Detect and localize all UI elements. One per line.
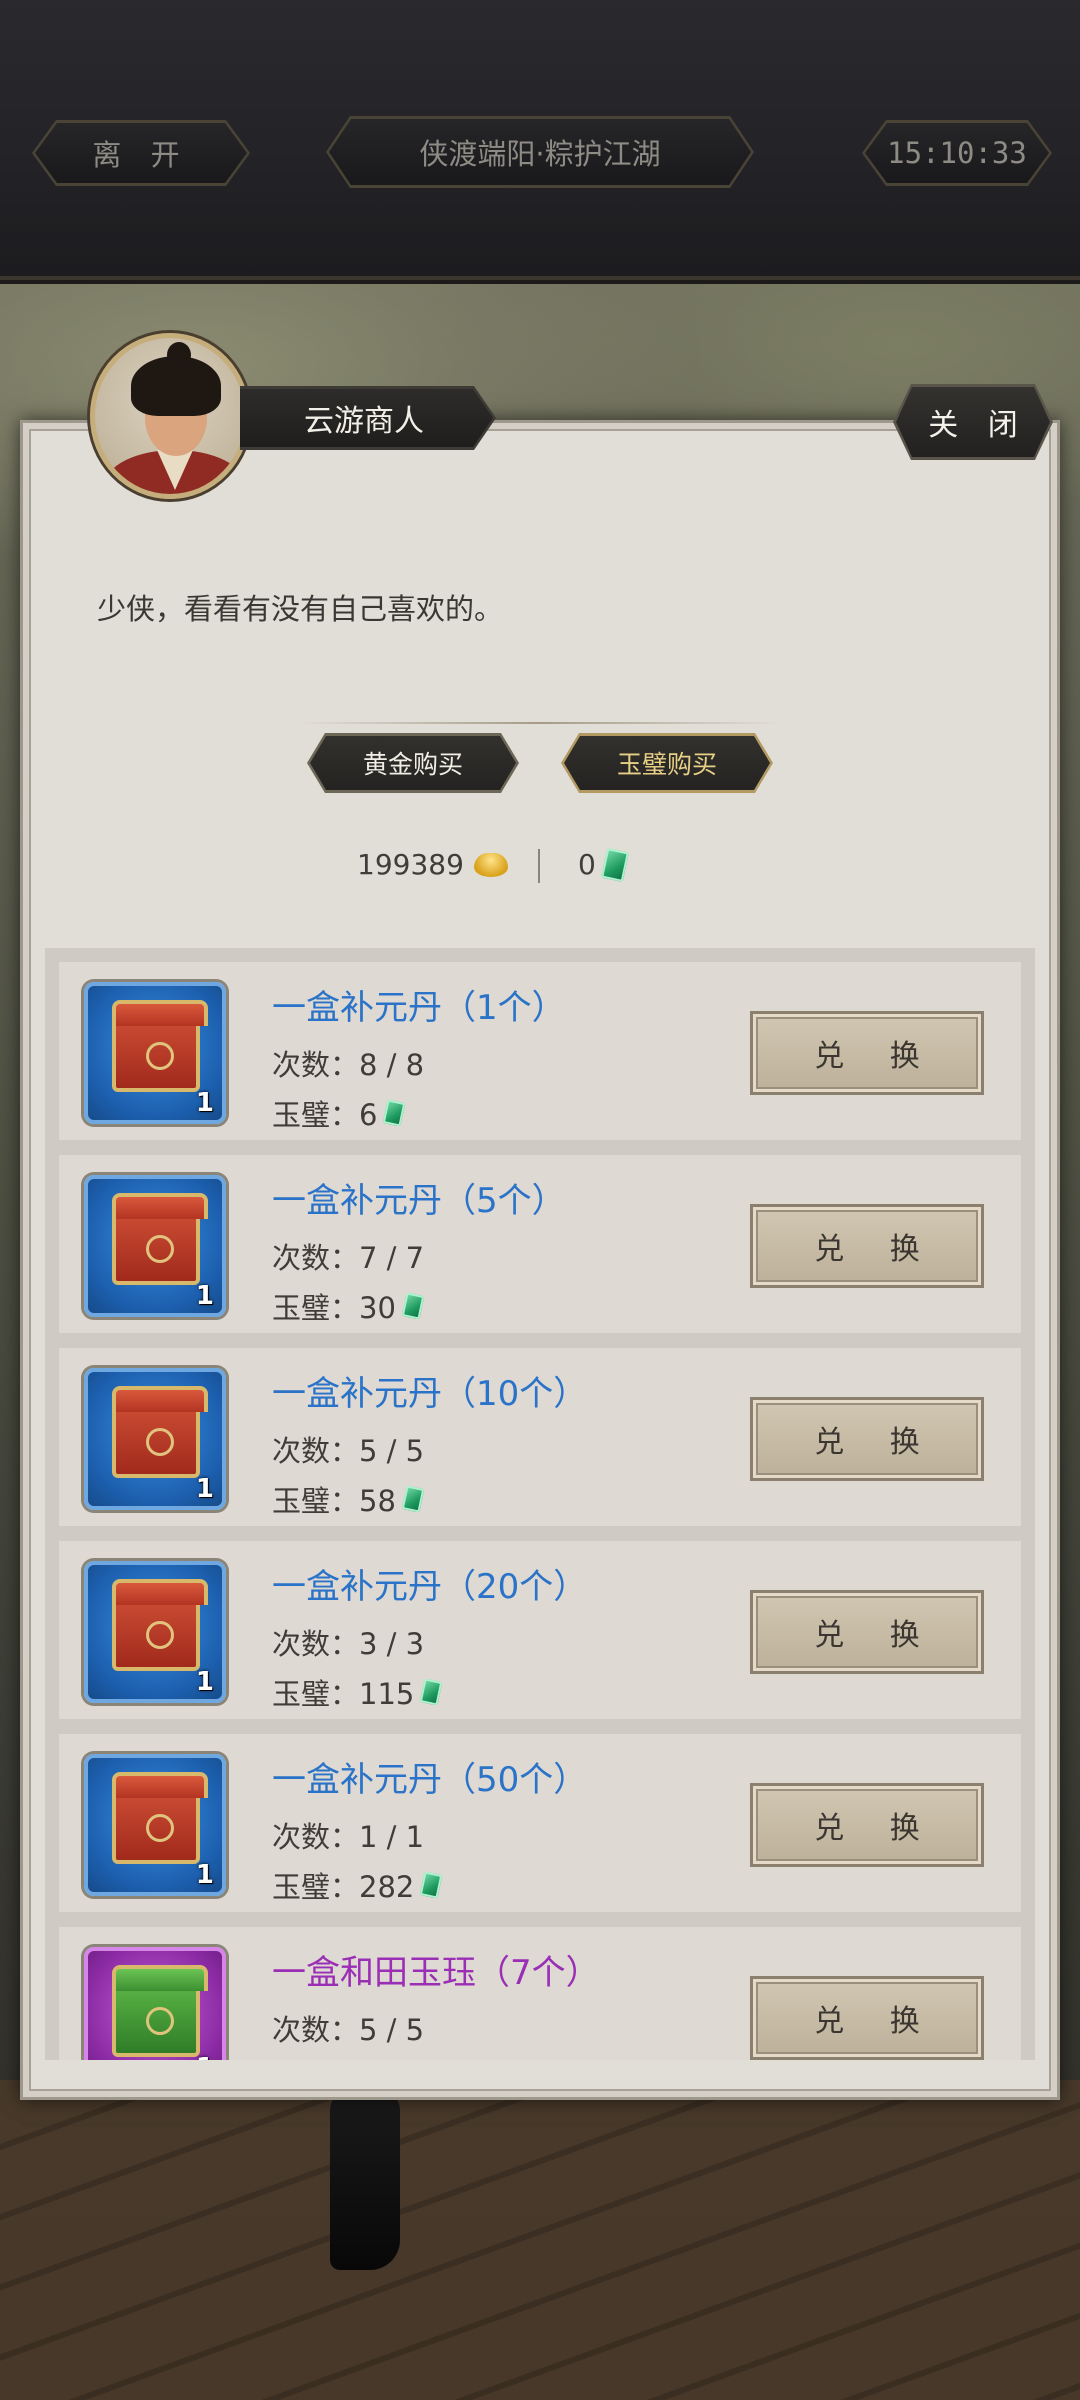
item-count: 次数：7 / 7: [272, 1241, 425, 1275]
item-cost-label: 玉璧：282: [272, 1870, 415, 1904]
currency-divider: [538, 849, 540, 883]
chest-icon: [112, 1193, 208, 1285]
event-timer-frame: 15:10:33: [862, 120, 1052, 186]
boat-deck: [0, 2080, 1080, 2400]
tab-ornament: [300, 722, 780, 724]
item-cost-label: 玉璧：115: [272, 1677, 415, 1711]
chest-icon: [112, 1772, 208, 1864]
list-item: 1 一盒补元丹（20个） 次数：3 / 3 玉璧：115 兑 换: [59, 1541, 1021, 1719]
jade-icon: [401, 1485, 425, 1513]
leave-button[interactable]: 离 开: [32, 120, 250, 186]
item-count: 次数：8 / 8: [272, 1048, 425, 1082]
gold-amount: 199389: [357, 848, 464, 881]
item-cost-label: 玉璧：30: [272, 1291, 396, 1325]
tab-gold-purchase-label: 黄金购买: [310, 736, 516, 790]
item-name: 一盒补元丹（5个）: [272, 1181, 566, 1221]
jade-icon: [420, 1871, 443, 1899]
chest-icon: [112, 1965, 208, 2057]
close-button[interactable]: 关 闭: [893, 384, 1053, 460]
jade-icon: [401, 1292, 425, 1320]
item-name: 一盒和田玉珏（7个）: [272, 1953, 600, 1993]
item-icon[interactable]: 1: [84, 1175, 226, 1317]
item-cost-label: 玉璧：6: [272, 1098, 378, 1132]
exchange-button[interactable]: 兑 换: [750, 1397, 984, 1481]
jade-icon: [420, 1678, 443, 1706]
item-name: 一盒补元丹（10个）: [272, 1374, 588, 1414]
tab-gold-purchase[interactable]: 黄金购买: [307, 733, 519, 793]
item-quantity: 1: [195, 1667, 214, 1697]
merchant-nameplate: 云游商人: [240, 386, 496, 450]
item-icon[interactable]: 1: [84, 982, 226, 1124]
exchange-button[interactable]: 兑 换: [750, 1976, 984, 2060]
item-cost: 玉璧：58: [272, 1478, 425, 1520]
leave-button-label: 离 开: [35, 123, 247, 183]
item-count: 次数：1 / 1: [272, 1820, 425, 1854]
item-quantity: 1: [195, 1088, 214, 1118]
jade-balance: 0: [578, 847, 629, 882]
list-item: 1 一盒补元丹（50个） 次数：1 / 1 玉璧：282 兑 换: [59, 1734, 1021, 1912]
item-icon[interactable]: 1: [84, 1561, 226, 1703]
exchange-button[interactable]: 兑 换: [750, 1011, 984, 1095]
merchant-greeting: 少侠，看看有没有自己喜欢的。: [97, 592, 504, 626]
jade-icon: [600, 847, 629, 882]
item-cost: 玉璧：30: [272, 1285, 425, 1327]
merchant-avatar: [90, 333, 250, 499]
jade-amount: 0: [578, 848, 596, 881]
item-cost: 玉璧：282: [272, 1864, 443, 1906]
list-item: 1 一盒补元丹（5个） 次数：7 / 7 玉璧：30 兑 换: [59, 1155, 1021, 1333]
item-quantity: 1: [196, 2053, 214, 2060]
exchange-button[interactable]: 兑 换: [750, 1590, 984, 1674]
close-button-label: 关 闭: [896, 387, 1050, 457]
event-timer: 15:10:33: [865, 123, 1049, 183]
item-count: 次数：5 / 5: [272, 2013, 425, 2047]
jade-icon: [383, 1099, 406, 1127]
item-icon[interactable]: 1: [84, 1368, 226, 1510]
item-cost-label: 玉璧：58: [272, 1484, 396, 1518]
chest-icon: [112, 1386, 208, 1478]
tab-jade-purchase[interactable]: 玉璧购买: [561, 733, 773, 793]
item-name: 一盒补元丹（50个）: [272, 1760, 588, 1800]
item-count: 次数：3 / 3: [272, 1627, 425, 1661]
list-item: 1 一盒补元丹（10个） 次数：5 / 5 玉璧：58 兑 换: [59, 1348, 1021, 1526]
item-count: 次数：5 / 5: [272, 1434, 425, 1468]
item-name: 一盒补元丹（1个）: [272, 988, 566, 1028]
item-icon[interactable]: 1: [84, 1947, 226, 2060]
item-icon[interactable]: 1: [84, 1754, 226, 1896]
chest-icon: [112, 1000, 208, 1092]
top-bar: 离 开 侠渡端阳·粽护江湖 15:10:33: [0, 0, 1080, 280]
exchange-button[interactable]: 兑 换: [750, 1204, 984, 1288]
item-cost: 玉璧：115: [272, 1671, 443, 1713]
gold-balance: 199389: [357, 848, 508, 881]
merchant-name: 云游商人: [240, 389, 493, 447]
list-item: 1 一盒和田玉珏（7个） 次数：5 / 5 兑 换: [59, 1927, 1021, 2060]
gold-ingot-icon: [473, 852, 508, 877]
event-title-banner: 侠渡端阳·粽护江湖: [326, 116, 754, 188]
event-title: 侠渡端阳·粽护江湖: [329, 119, 751, 185]
exchange-button[interactable]: 兑 换: [750, 1783, 984, 1867]
item-name: 一盒补元丹（20个）: [272, 1567, 588, 1607]
character-boot: [330, 2090, 400, 2270]
chest-icon: [112, 1579, 208, 1671]
list-item: 1 一盒补元丹（1个） 次数：8 / 8 玉璧：6 兑 换: [59, 962, 1021, 1140]
item-cost: 玉璧：6: [272, 1092, 406, 1134]
item-quantity: 1: [195, 1281, 214, 1311]
item-quantity: 1: [195, 1474, 214, 1504]
shop-item-list[interactable]: 1 一盒补元丹（1个） 次数：8 / 8 玉璧：6 兑 换 1 一盒补元丹（5个…: [45, 948, 1035, 2060]
item-quantity: 1: [195, 1860, 214, 1890]
tab-jade-purchase-label: 玉璧购买: [564, 736, 770, 790]
